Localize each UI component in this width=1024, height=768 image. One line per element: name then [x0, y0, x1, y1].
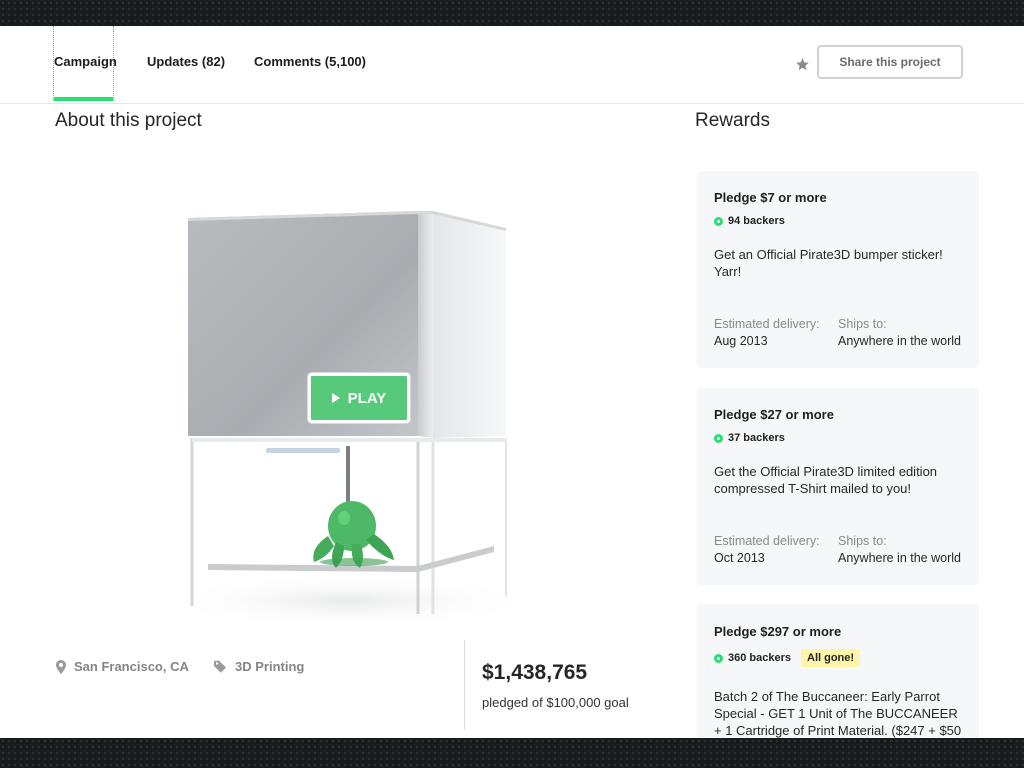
backers-icon — [714, 653, 723, 663]
rewards-heading: Rewards — [695, 110, 770, 131]
pledged-goal: pledged of $100,000 goal — [482, 695, 629, 710]
star-icon[interactable] — [795, 57, 810, 72]
stats-divider — [464, 640, 465, 730]
reward-pledge-title: Pledge $27 or more — [714, 407, 834, 422]
reward-description: Get an Official Pirate3D bumper sticker!… — [714, 247, 943, 279]
share-project-button[interactable]: Share this project — [817, 45, 963, 79]
ships-to-value: Anywhere in the world — [838, 551, 961, 565]
backers-icon — [714, 433, 723, 443]
project-location-link[interactable]: San Francisco, CA — [56, 659, 189, 674]
delivery-label: Estimated delivery: — [714, 317, 820, 331]
tag-icon — [214, 660, 226, 673]
backers-count: 360 backers — [728, 652, 791, 664]
reward-pledge-title: Pledge $7 or more — [714, 190, 827, 205]
category-label: 3D Printing — [235, 659, 305, 674]
ships-to-label: Ships to: — [838, 317, 887, 331]
reward-card[interactable]: Pledge $27 or more 37 backers Get the Of… — [697, 388, 979, 585]
backers-count: 37 backers — [728, 432, 785, 444]
reward-description: Get the Official Pirate3D limited editio… — [714, 464, 938, 496]
project-nav: Campaign Updates (82) Comments (5,100) S… — [0, 26, 1024, 104]
delivery-value: Aug 2013 — [714, 334, 768, 348]
reward-backers: 360 backers All gone! — [714, 649, 861, 667]
octopus-model — [313, 501, 394, 568]
reward-description: Batch 2 of The Buccaneer: Early Parrot S… — [714, 689, 962, 738]
delivery-value: Oct 2013 — [714, 551, 765, 565]
tab-campaign[interactable]: Campaign — [53, 26, 117, 101]
tab-updates[interactable]: Updates (82) — [147, 26, 225, 100]
reward-card[interactable]: Pledge $7 or more 94 backers Get an Offi… — [697, 171, 979, 368]
reward-pledge-title: Pledge $297 or more — [714, 624, 842, 639]
project-video[interactable]: PLAY — [128, 176, 658, 623]
reward-backers: 94 backers — [714, 215, 785, 227]
ships-to-label: Ships to: — [838, 534, 887, 548]
reward-card[interactable]: Pledge $297 or more 360 backers All gone… — [697, 604, 979, 738]
pledged-amount: $1,438,765 — [482, 661, 588, 684]
backers-icon — [714, 216, 723, 226]
reward-backers: 37 backers — [714, 432, 785, 444]
location-pin-icon — [56, 659, 66, 674]
project-page: Campaign Updates (82) Comments (5,100) S… — [0, 26, 1024, 738]
project-category-link[interactable]: 3D Printing — [214, 659, 304, 674]
tab-comments[interactable]: Comments (5,100) — [254, 26, 366, 100]
ships-to-value: Anywhere in the world — [838, 334, 961, 348]
play-label: PLAY — [347, 389, 387, 407]
about-heading: About this project — [55, 110, 202, 131]
location-label: San Francisco, CA — [74, 659, 189, 674]
play-icon — [331, 393, 340, 403]
all-gone-badge: All gone! — [801, 649, 861, 667]
delivery-label: Estimated delivery: — [714, 534, 820, 548]
backers-count: 94 backers — [728, 215, 785, 227]
play-video-button[interactable]: PLAY — [308, 373, 410, 423]
